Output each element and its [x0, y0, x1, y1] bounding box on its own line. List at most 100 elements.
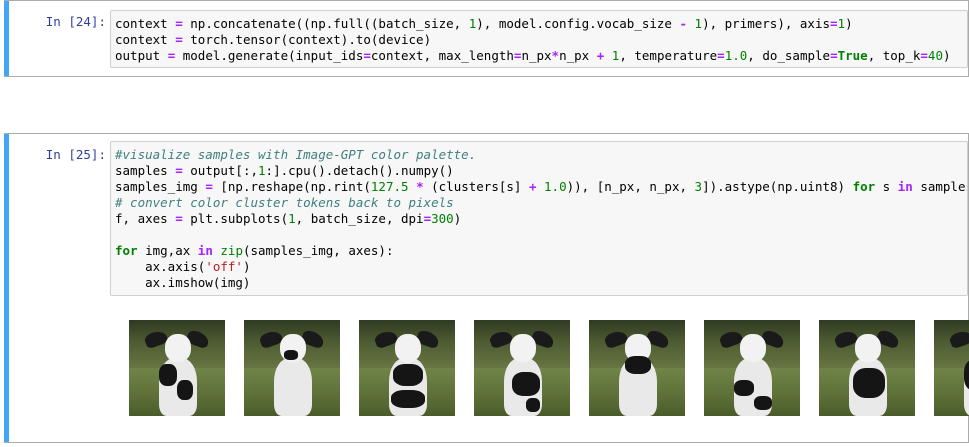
code-line: for img,ax in zip(samples_img, axes):	[115, 243, 963, 259]
code-token: context	[115, 16, 176, 31]
code-token: context	[115, 32, 176, 47]
code-token: =	[363, 48, 371, 63]
code-cell-25[interactable]: In [25]: #visualize samples with Image-G…	[4, 133, 969, 443]
code-token: True	[837, 48, 868, 63]
code-token: s	[875, 179, 898, 194]
code-token: samples	[115, 163, 176, 178]
code-token: )	[242, 259, 251, 274]
code-token: =	[175, 163, 183, 178]
code-token: plt.subplots(	[182, 211, 289, 226]
code-line: output = model.generate(input_ids=contex…	[115, 48, 963, 64]
code-token: )	[453, 211, 462, 226]
code-token: 1	[837, 16, 846, 31]
code-token: 127.5	[370, 179, 409, 194]
output-image-strip	[129, 320, 969, 416]
output-image-1	[129, 320, 225, 416]
code-token: 1	[258, 163, 266, 178]
code-token: 3	[694, 179, 703, 194]
code-token: =	[175, 32, 183, 47]
code-line: # convert color cluster tokens back to p…	[115, 195, 963, 211]
code-token: =	[830, 16, 838, 31]
code-line: samples = output[:,1:].cpu().detach().nu…	[115, 163, 963, 179]
code-token: torch.tensor(context).to(device)	[182, 32, 432, 47]
code-token: #visualize samples with Image-GPT color …	[115, 147, 477, 162]
code-token: for	[852, 179, 876, 194]
code-token: )	[942, 48, 951, 63]
cell-selection-bar	[4, 1, 9, 76]
code-token: np.concatenate((np.full((batch_size,	[182, 16, 469, 31]
input-prompt: In [25]:	[45, 147, 106, 162]
code-token: 300	[431, 211, 454, 226]
code-token: # convert color cluster tokens back to p…	[115, 195, 454, 210]
code-token: samples_img	[115, 179, 206, 194]
code-token: 1	[288, 211, 296, 226]
code-line: #visualize samples with Image-GPT color …	[115, 147, 963, 163]
code-token: ]).astype(np.uint8)	[702, 179, 853, 194]
output-image-7	[819, 320, 915, 416]
code-token: ), model.config.vocab_size	[476, 16, 680, 31]
code-token: , temperature	[619, 48, 718, 63]
code-line: f, axes = plt.subplots(1, batch_size, dp…	[115, 211, 963, 227]
code-token: model.generate(input_ids	[175, 48, 364, 63]
code-token: =	[920, 48, 928, 63]
code-token: (samples_img, axes):	[242, 243, 394, 258]
code-token: =	[717, 48, 725, 63]
code-token: img,ax	[137, 243, 198, 258]
code-token: =	[205, 179, 213, 194]
code-token: =	[423, 211, 432, 226]
code-token: , batch_size, dpi	[295, 211, 424, 226]
code-token: samples]	[920, 179, 967, 194]
code-token: 1.0	[724, 48, 748, 63]
code-token: ), primers), axis	[702, 16, 830, 31]
code-token: 40	[927, 48, 943, 63]
code-token: )), [n_px, n_px,	[566, 179, 695, 194]
code-token: 1.0	[544, 179, 567, 194]
code-editor[interactable]: #visualize samples with Image-GPT color …	[110, 141, 968, 296]
code-token: *	[416, 179, 424, 194]
code-token: output[:,	[182, 163, 259, 178]
code-line: context = np.concatenate((np.full((batch…	[115, 16, 963, 32]
code-token: 'off'	[205, 259, 243, 274]
code-token: )	[845, 16, 853, 31]
code-token: ax.axis(	[115, 259, 206, 274]
output-image-6	[704, 320, 800, 416]
code-token: (clusters[s]	[423, 179, 529, 194]
code-token: , do_sample	[747, 48, 831, 63]
code-token: 1	[694, 16, 703, 31]
code-token: n_px	[521, 48, 552, 63]
code-token: ax.imshow(img)	[115, 275, 251, 290]
code-token: zip	[220, 243, 243, 258]
code-token: output	[115, 48, 168, 63]
input-prompt: In [24]:	[45, 14, 106, 29]
code-line: ax.axis('off')	[115, 259, 963, 275]
code-token: =	[175, 16, 183, 31]
code-token: :].cpu().detach().numpy()	[265, 163, 454, 178]
code-token: =	[830, 48, 838, 63]
code-token: context, max_length	[370, 48, 514, 63]
code-token: , top_k	[867, 48, 921, 63]
output-image-2	[244, 320, 340, 416]
cell-selection-bar	[4, 134, 9, 442]
code-token: in	[897, 179, 913, 194]
output-image-4	[474, 320, 570, 416]
code-token: in	[197, 243, 213, 258]
code-token: -	[679, 16, 687, 31]
code-token: *	[551, 48, 560, 63]
output-image-8	[934, 320, 969, 416]
code-token: [np.reshape(np.rint(	[212, 179, 371, 194]
code-token: for	[115, 243, 138, 258]
code-editor[interactable]: context = np.concatenate((np.full((batch…	[110, 10, 968, 68]
code-line: context = torch.tensor(context).to(devic…	[115, 32, 963, 48]
output-image-3	[359, 320, 455, 416]
code-token: f, axes	[115, 211, 176, 226]
code-line: ax.imshow(img)	[115, 275, 963, 291]
code-line: samples_img = [np.reshape(np.rint(127.5 …	[115, 179, 967, 195]
code-token: =	[175, 211, 183, 226]
code-cell-24[interactable]: In [24]: context = np.concatenate((np.fu…	[4, 0, 969, 77]
output-image-5	[589, 320, 685, 416]
